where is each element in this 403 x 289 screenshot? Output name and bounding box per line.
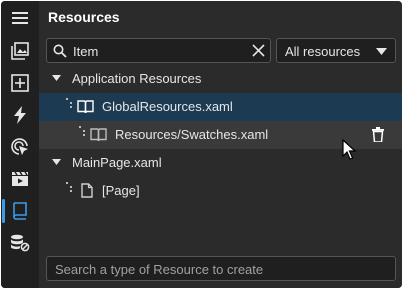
database-link-icon	[11, 234, 30, 252]
pointer-button[interactable]	[1, 131, 39, 163]
left-toolbar	[1, 1, 39, 288]
resource-dictionary-icon	[90, 128, 107, 142]
resource-book-icon	[13, 202, 27, 220]
tree-item-global-resources[interactable]: GlobalResources.xaml	[39, 93, 402, 121]
tree-connector	[66, 98, 76, 110]
images-button[interactable]	[1, 35, 39, 67]
clapperboard-icon	[12, 171, 28, 186]
search-input[interactable]: Item	[73, 44, 98, 59]
target-pointer-icon	[11, 138, 28, 155]
resources-button[interactable]	[1, 195, 39, 227]
tree-item-label: Resources/Swatches.xaml	[115, 127, 269, 142]
page-document-icon	[81, 183, 93, 198]
image-icon	[11, 42, 29, 60]
filter-selected-value: All resources	[285, 44, 361, 59]
resources-window: Resources Item All resources Application…	[1, 1, 402, 288]
create-resource-search[interactable]: Search a type of Resource to create	[46, 256, 396, 281]
tree-item-label: [Page]	[102, 183, 140, 198]
search-icon	[53, 44, 67, 58]
search-box[interactable]: Item	[46, 38, 271, 63]
tree-item-label: Application Resources	[72, 71, 202, 86]
triggers-button[interactable]	[1, 99, 39, 131]
tree-item-label: GlobalResources.xaml	[102, 99, 233, 114]
data-button[interactable]	[1, 227, 39, 259]
add-button[interactable]	[1, 67, 39, 99]
media-button[interactable]	[1, 163, 39, 195]
menu-button[interactable]	[1, 2, 39, 34]
create-resource-input[interactable]: Search a type of Resource to create	[55, 262, 263, 277]
tree-item-application-resources[interactable]: Application Resources	[39, 65, 402, 93]
menu-icon	[12, 12, 28, 24]
tree-item-page[interactable]: [Page]	[39, 177, 402, 205]
tree-item-label: MainPage.xaml	[72, 155, 162, 170]
tree-connector	[66, 182, 76, 194]
mouse-pointer-icon	[342, 139, 357, 160]
resource-filter-dropdown[interactable]: All resources	[276, 38, 396, 63]
panel-title: Resources	[48, 9, 120, 25]
delete-trash-icon[interactable]	[372, 127, 384, 142]
add-box-icon	[11, 74, 29, 92]
expand-triangle-icon[interactable]	[52, 159, 61, 166]
resource-dictionary-icon	[77, 100, 94, 114]
lightning-icon	[14, 106, 26, 124]
chevron-down-icon	[376, 48, 387, 55]
expand-triangle-icon[interactable]	[52, 75, 61, 82]
clear-search-icon[interactable]	[252, 44, 265, 57]
tree-connector	[79, 126, 89, 138]
